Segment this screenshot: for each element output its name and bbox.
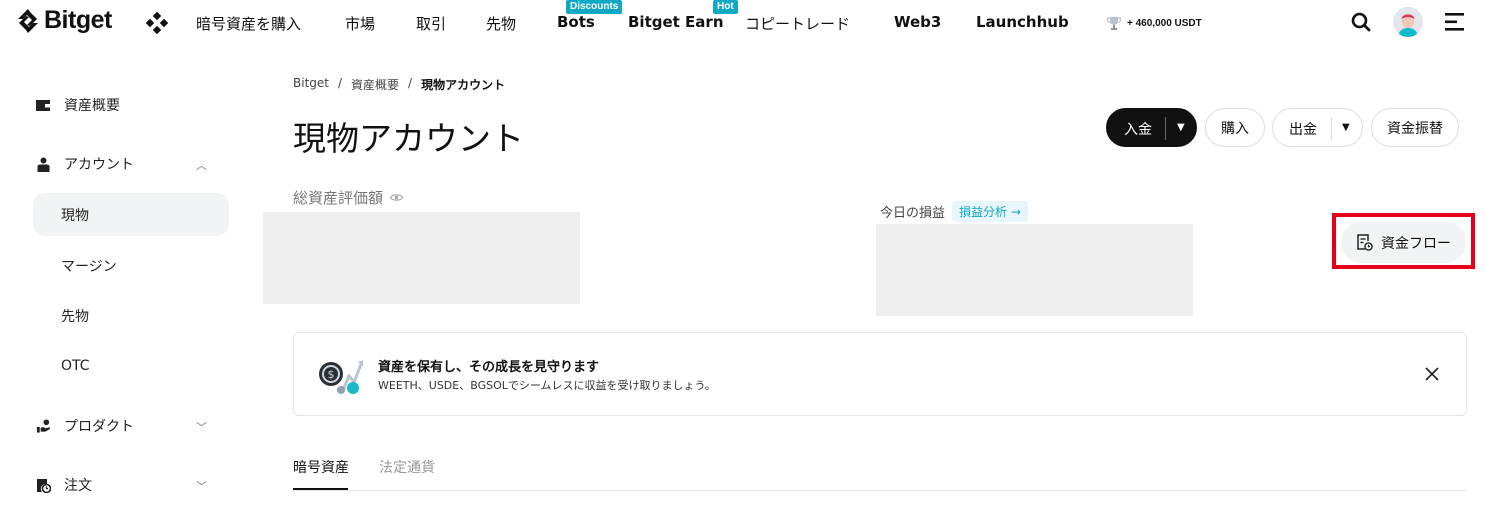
today-pnl-placeholder bbox=[876, 224, 1193, 316]
promo-banner: $ 資産を保有し、その成長を見守ります WEETH、USDE、BGSOLでシーム… bbox=[293, 332, 1467, 416]
top-navigation: Bitget 暗号資産を購入 市場 取引 先物 Bots Discounts B… bbox=[0, 0, 1486, 46]
account-icon bbox=[36, 157, 51, 172]
button-divider bbox=[1165, 117, 1166, 140]
bitget-logo[interactable]: Bitget bbox=[16, 6, 112, 35]
sidebar-subitem-futures[interactable]: 先物 bbox=[61, 306, 89, 326]
bitget-logo-icon bbox=[18, 8, 38, 33]
buy-button[interactable]: 購入 bbox=[1205, 108, 1265, 147]
nav-earn-label: Bitget Earn bbox=[628, 13, 724, 31]
nav-launchhub[interactable]: Launchhub bbox=[976, 13, 1069, 31]
discounts-badge: Discounts bbox=[566, 0, 623, 14]
chevron-down-icon[interactable]: ﹀ bbox=[196, 419, 207, 435]
trophy-icon bbox=[1106, 17, 1122, 30]
sidebar-subitem-spot[interactable]: 現物 bbox=[61, 205, 89, 225]
order-icon bbox=[36, 478, 51, 493]
product-icon bbox=[36, 419, 51, 434]
deposit-button-group: 入金 ▼ bbox=[1106, 108, 1197, 147]
fund-flow-button[interactable]: 資金フロー bbox=[1341, 222, 1466, 263]
nav-bots[interactable]: Bots Discounts bbox=[557, 0, 623, 31]
fund-flow-label: 資金フロー bbox=[1381, 235, 1451, 252]
nav-buy-crypto[interactable]: 暗号資産を購入 bbox=[196, 13, 301, 34]
user-avatar[interactable] bbox=[1393, 7, 1423, 37]
sidebar-item-label: アカウント bbox=[64, 157, 134, 173]
deposit-dropdown-icon[interactable]: ▼ bbox=[1177, 122, 1185, 133]
breadcrumb-separator: / bbox=[337, 76, 343, 90]
nav-futures[interactable]: 先物 bbox=[486, 13, 516, 34]
sidebar-item-orders[interactable]: 注文 bbox=[36, 475, 92, 495]
sidebar-item-assets-overview[interactable]: 資産概要 bbox=[36, 95, 120, 115]
tab-divider bbox=[293, 490, 1467, 491]
nav-trade[interactable]: 取引 bbox=[416, 13, 446, 34]
banner-subtitle: WEETH、USDE、BGSOLでシームレスに収益を受け取りましょう。 bbox=[378, 379, 716, 392]
transfer-button[interactable]: 資金振替 bbox=[1371, 108, 1459, 147]
nav-copy-trade[interactable]: コピートレード bbox=[745, 13, 850, 34]
avatar-icon bbox=[1393, 7, 1423, 37]
hot-badge: Hot bbox=[713, 0, 738, 14]
svg-text:$: $ bbox=[328, 368, 335, 381]
sidebar-item-label: 注文 bbox=[64, 478, 92, 494]
document-clock-icon bbox=[1357, 234, 1373, 251]
transfer-button-label: 資金振替 bbox=[1387, 120, 1443, 137]
buy-button-label: 購入 bbox=[1221, 120, 1249, 137]
nav-markets[interactable]: 市場 bbox=[345, 13, 375, 34]
breadcrumb-current: 現物アカウント bbox=[421, 78, 506, 92]
promo-reward[interactable]: + 460,000 USDT bbox=[1106, 15, 1202, 31]
sidebar-item-label: プロダクト bbox=[64, 419, 134, 435]
promo-text: + 460,000 USDT bbox=[1127, 17, 1202, 29]
close-icon[interactable] bbox=[1424, 366, 1440, 382]
nav-web3[interactable]: Web3 bbox=[894, 13, 941, 31]
nav-bots-label: Bots bbox=[557, 13, 595, 31]
eye-icon[interactable] bbox=[390, 193, 404, 202]
withdraw-dropdown-icon[interactable]: ▼ bbox=[1342, 122, 1350, 133]
chevron-up-icon[interactable]: ︿ bbox=[196, 157, 207, 173]
withdraw-button-group: 出金 ▼ bbox=[1272, 108, 1363, 147]
breadcrumb-assets-overview[interactable]: 資産概要 bbox=[351, 76, 399, 93]
menu-icon[interactable] bbox=[1445, 13, 1465, 31]
search-icon[interactable] bbox=[1351, 12, 1371, 32]
page-title: 現物アカウント bbox=[293, 119, 524, 158]
banner-title: 資産を保有し、その成長を見守ります bbox=[378, 360, 600, 375]
crypto-growth-icon: $ bbox=[319, 360, 364, 394]
tab-crypto-assets[interactable]: 暗号資産 bbox=[293, 457, 349, 477]
sidebar-subitem-margin[interactable]: マージン bbox=[61, 256, 117, 276]
withdraw-button[interactable]: 出金 bbox=[1289, 119, 1317, 139]
button-divider bbox=[1331, 117, 1332, 140]
sidebar-item-label: 資産概要 bbox=[64, 98, 120, 114]
today-pnl-label-text: 今日の損益 bbox=[880, 206, 946, 221]
wallet-icon bbox=[36, 98, 51, 113]
chevron-down-icon[interactable]: ﹀ bbox=[196, 478, 207, 494]
pnl-analysis-link[interactable]: 損益分析 → bbox=[952, 201, 1028, 222]
sidebar-subitem-otc[interactable]: OTC bbox=[61, 358, 90, 374]
sidebar-item-products[interactable]: プロダクト bbox=[36, 416, 134, 436]
deposit-button[interactable]: 入金 bbox=[1124, 119, 1152, 139]
breadcrumb-bitget[interactable]: Bitget bbox=[293, 76, 329, 93]
breadcrumb-separator: / bbox=[408, 76, 413, 90]
logo-text: Bitget bbox=[44, 6, 112, 34]
breadcrumb: Bitget / 資産概要 / 現物アカウント bbox=[293, 76, 505, 93]
apps-icon[interactable] bbox=[146, 12, 168, 34]
sidebar-item-account[interactable]: アカウント bbox=[36, 154, 134, 174]
total-assets-label-text: 総資産評価額 bbox=[293, 189, 384, 207]
total-assets-placeholder bbox=[263, 212, 580, 304]
total-assets-label: 総資産評価額 bbox=[293, 187, 404, 208]
nav-bitget-earn[interactable]: Bitget Earn Hot bbox=[628, 0, 738, 31]
tab-fiat-currency[interactable]: 法定通貨 bbox=[379, 457, 435, 477]
today-pnl-label: 今日の損益 損益分析 → bbox=[880, 201, 1028, 222]
